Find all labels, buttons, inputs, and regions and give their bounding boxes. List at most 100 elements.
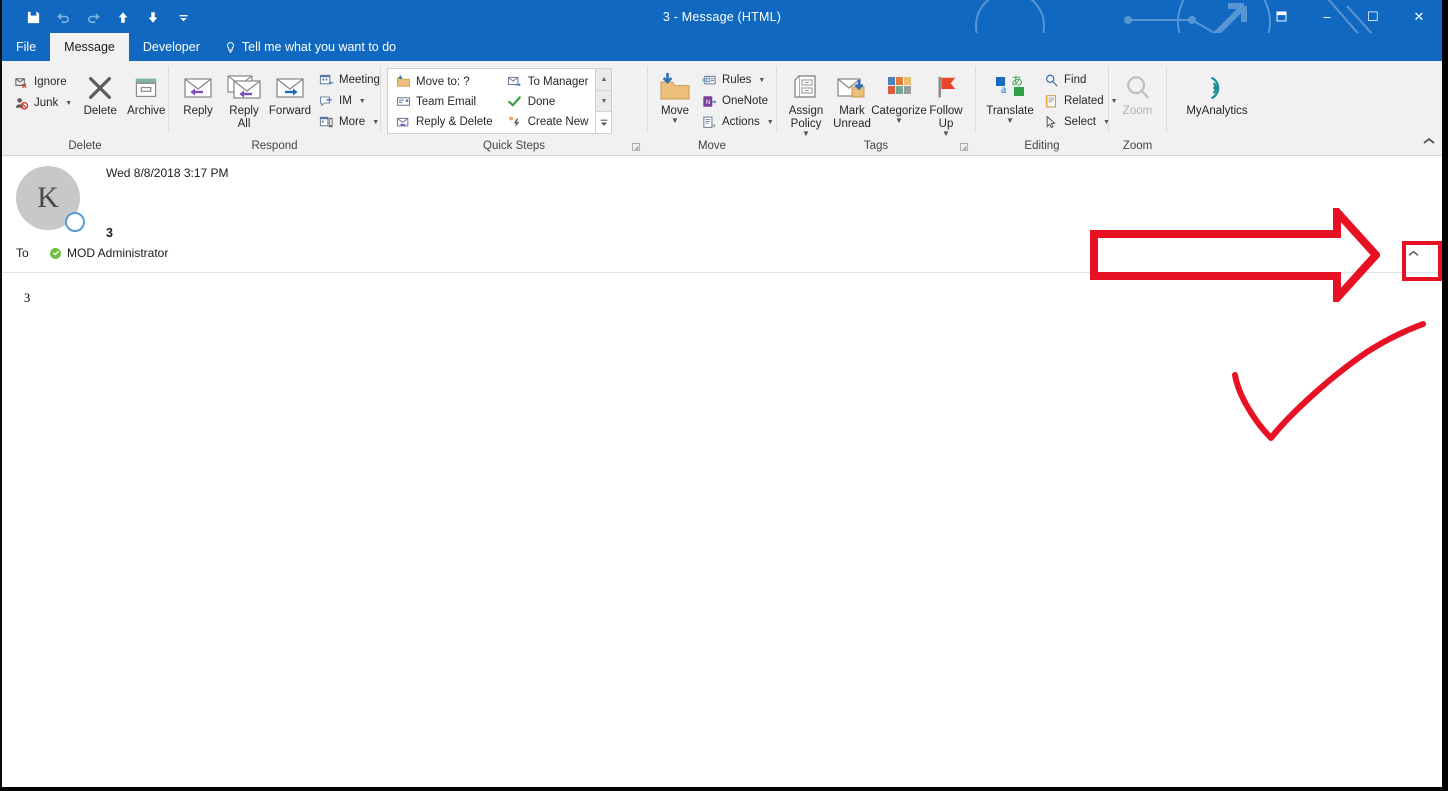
move-to-icon <box>395 74 411 90</box>
myanalytics-icon <box>1202 69 1232 103</box>
outlook-message-window: 3 - Message (HTML) – ☐ ✕ File Message De… <box>0 0 1442 787</box>
categorize-button[interactable]: Categorize ▼ <box>871 66 927 125</box>
quick-step-move-to[interactable]: Move to: ? <box>390 72 498 91</box>
chevron-down-icon[interactable]: ▼ <box>65 100 72 107</box>
previous-item-icon[interactable] <box>108 4 138 30</box>
ribbon-group-zoom: Zoom Zoom <box>1109 61 1166 155</box>
im-label: IM <box>339 95 352 107</box>
chevron-down-icon[interactable]: ▼ <box>671 117 679 125</box>
quick-steps-gallery[interactable]: Move to: ? Team Email Reply & Delete To … <box>387 68 613 134</box>
rules-button[interactable]: Rules ▼ <box>696 70 779 90</box>
reply-button[interactable]: Reply <box>175 66 221 118</box>
svg-text:a: a <box>1001 82 1007 96</box>
onenote-button[interactable]: N OneNote <box>696 91 779 111</box>
recipient-name[interactable]: MOD Administrator <box>67 246 168 260</box>
tab-message[interactable]: Message <box>50 33 129 61</box>
to-line: To MOD Administrator <box>2 246 1442 260</box>
quick-steps-dialog-launcher-icon[interactable] <box>632 143 641 152</box>
window-title: 3 - Message (HTML) <box>662 9 782 24</box>
to-label: To <box>16 246 29 260</box>
archive-icon <box>131 69 161 103</box>
chevron-down-icon[interactable]: ▼ <box>767 119 774 126</box>
team-email-icon <box>395 94 411 110</box>
svg-text:N: N <box>705 98 710 105</box>
quick-step-reply-delete[interactable]: Reply & Delete <box>390 113 498 132</box>
quick-step-create-new[interactable]: Create New <box>502 113 594 132</box>
minimize-button[interactable]: – <box>1304 0 1350 33</box>
chevron-down-icon[interactable]: ▼ <box>895 117 903 125</box>
quick-steps-more-icon[interactable] <box>596 112 612 134</box>
translate-button[interactable]: a あ Translate ▼ <box>982 66 1038 125</box>
reply-all-label: Reply All <box>229 105 259 130</box>
delete-button[interactable]: Delete <box>77 66 123 118</box>
meeting-icon <box>318 72 334 88</box>
undo-icon[interactable] <box>48 4 78 30</box>
quick-step-to-manager[interactable]: To Manager <box>502 72 594 91</box>
quick-step-label: Reply & Delete <box>416 116 493 129</box>
reply-all-button[interactable]: Reply All <box>221 66 267 131</box>
done-icon <box>507 94 523 110</box>
ribbon-group-respond: Reply Reply All Forward Meeting IM ▼ Mor… <box>169 61 380 155</box>
forward-label: Forward <box>268 105 312 117</box>
maximize-button[interactable]: ☐ <box>1350 0 1396 33</box>
more-respond-button[interactable]: More ▼ <box>313 112 385 132</box>
select-icon <box>1043 114 1059 130</box>
close-button[interactable]: ✕ <box>1396 0 1442 33</box>
tags-dialog-launcher-icon[interactable] <box>960 143 969 152</box>
ribbon-tab-strip[interactable]: File Message Developer Tell me what you … <box>2 33 1442 61</box>
customize-quick-access-toolbar-icon[interactable] <box>168 4 198 30</box>
message-body-text: 3 <box>24 291 31 305</box>
tell-me-search[interactable]: Tell me what you want to do <box>214 33 406 61</box>
collapse-ribbon-button[interactable] <box>1422 133 1436 151</box>
forward-button[interactable]: Forward <box>267 66 313 118</box>
assign-policy-icon <box>790 69 822 103</box>
chevron-down-icon[interactable]: ▼ <box>758 77 765 84</box>
archive-button[interactable]: Archive <box>123 66 169 118</box>
im-button[interactable]: IM ▼ <box>313 91 385 111</box>
quick-step-team-email[interactable]: Team Email <box>390 92 498 111</box>
reply-icon <box>181 69 215 103</box>
reply-delete-icon <box>395 114 411 130</box>
group-label-text: Tags <box>863 140 889 152</box>
quick-step-done[interactable]: Done <box>502 92 594 111</box>
assign-policy-button[interactable]: Assign Policy ▼ <box>783 66 829 138</box>
chevron-down-icon[interactable]: ▼ <box>359 98 366 105</box>
restore-down-ribbon-icon[interactable] <box>1258 0 1304 33</box>
message-subject: 3 <box>106 226 113 240</box>
onenote-icon: N <box>701 93 717 109</box>
delete-label: Delete <box>83 105 117 117</box>
actions-button[interactable]: Actions ▼ <box>696 112 779 132</box>
message-body[interactable]: 3 <box>2 273 1442 306</box>
assign-policy-label: Assign Policy <box>788 105 824 130</box>
message-header: K Wed 8/8/2018 3:17 PM 3 To MOD Administ… <box>2 156 1442 273</box>
expand-collapse-header-button[interactable] <box>1398 240 1428 266</box>
meeting-button[interactable]: Meeting <box>313 70 385 90</box>
myanalytics-button[interactable]: MyAnalytics <box>1177 66 1257 118</box>
save-icon[interactable] <box>18 4 48 30</box>
move-icon <box>658 69 692 103</box>
chevron-down-icon[interactable]: ▼ <box>372 119 379 126</box>
tab-developer[interactable]: Developer <box>129 33 214 61</box>
scroll-down-icon[interactable]: ▼ <box>596 91 612 113</box>
mark-unread-label: Mark Unread <box>833 105 871 130</box>
redo-icon[interactable] <box>78 4 108 30</box>
quick-steps-column-1: Move to: ? Team Email Reply & Delete <box>388 69 500 133</box>
window-controls[interactable]: – ☐ ✕ <box>1258 0 1442 33</box>
scroll-up-icon[interactable]: ▲ <box>596 69 612 91</box>
quick-access-toolbar[interactable] <box>18 4 198 30</box>
mark-unread-button[interactable]: Mark Unread <box>829 66 875 131</box>
recipient-presence-icon <box>50 247 61 259</box>
ignore-button[interactable]: Ignore <box>8 72 77 92</box>
zoom-label: Zoom <box>1122 105 1153 117</box>
chevron-down-icon[interactable]: ▼ <box>1006 117 1014 125</box>
group-label-zoom: Zoom <box>1122 140 1153 152</box>
junk-button[interactable]: Junk ▼ <box>8 93 77 113</box>
move-button[interactable]: Move ▼ <box>654 66 696 125</box>
quick-steps-scroll-controls[interactable]: ▲ ▼ <box>595 69 612 134</box>
tab-file[interactable]: File <box>2 33 50 61</box>
next-item-icon[interactable] <box>138 4 168 30</box>
ignore-label: Ignore <box>34 76 67 88</box>
tell-me-label: Tell me what you want to do <box>241 40 397 54</box>
avatar[interactable]: K <box>16 166 85 232</box>
follow-up-button[interactable]: Follow Up ▼ <box>923 66 969 138</box>
